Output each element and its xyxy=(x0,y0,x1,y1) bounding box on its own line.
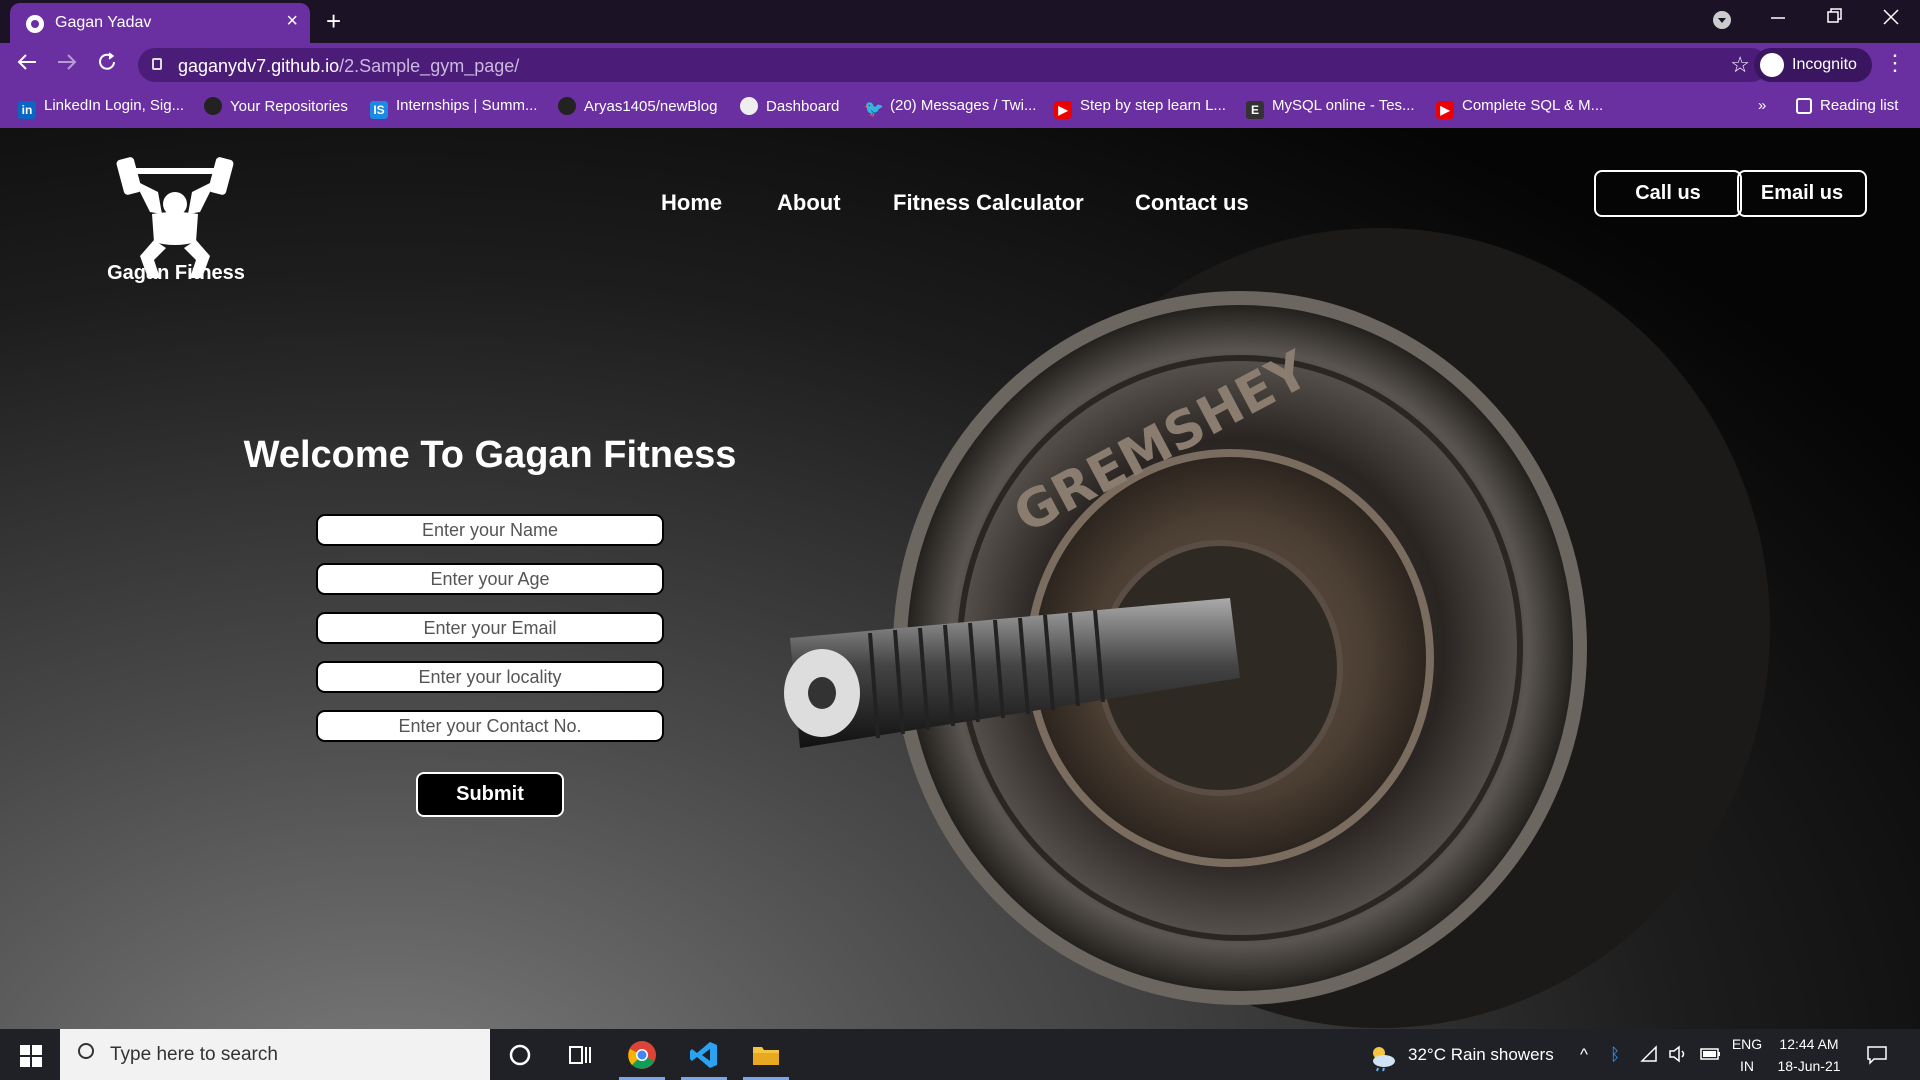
e-icon: E xyxy=(1246,101,1264,119)
youtube-icon: ▶ xyxy=(1436,101,1454,119)
url-host: gaganydv7.github.io xyxy=(178,56,340,76)
notifications-icon[interactable] xyxy=(1866,1045,1888,1070)
windows-start-icon[interactable] xyxy=(20,1045,42,1067)
browser-tab-bar: Gagan Yadav × + xyxy=(0,0,1920,43)
file-explorer-icon[interactable] xyxy=(750,1039,782,1071)
bookmark-label: Internships | Summ... xyxy=(396,97,538,114)
bookmark-youtube-1[interactable]: ▶ Step by step learn L... xyxy=(1054,97,1226,119)
bookmark-label: Your Repositories xyxy=(230,98,348,115)
bookmark-repositories[interactable]: Your Repositories xyxy=(204,97,348,115)
incognito-badge[interactable]: Incognito xyxy=(1754,48,1872,82)
reload-icon[interactable] xyxy=(96,51,118,79)
bookmark-mysql[interactable]: E MySQL online - Tes... xyxy=(1246,97,1415,119)
incognito-icon xyxy=(1760,53,1784,77)
url-text: gaganydv7.github.io/2.Sample_gym_page/ xyxy=(178,56,519,77)
close-window-icon[interactable] xyxy=(1882,6,1900,32)
contact-input[interactable] xyxy=(316,710,664,742)
close-tab-icon[interactable]: × xyxy=(286,11,298,31)
globe-icon xyxy=(740,97,758,115)
back-icon[interactable] xyxy=(16,51,38,79)
bookmark-youtube-2[interactable]: ▶ Complete SQL & M... xyxy=(1436,97,1603,119)
bookmark-label: Step by step learn L... xyxy=(1080,97,1226,114)
lock-icon xyxy=(152,58,162,70)
weather-text[interactable]: 32°C Rain showers xyxy=(1408,1045,1554,1065)
gym-page: GREMSHEY Gagan Fitness Home About Fitnes xyxy=(0,128,1920,1029)
tray-chevron-icon[interactable]: ^ xyxy=(1580,1045,1588,1065)
github-icon xyxy=(204,97,222,115)
incognito-label: Incognito xyxy=(1792,56,1857,73)
clock-time[interactable]: 12:44 AM xyxy=(1774,1036,1844,1052)
submit-button[interactable]: Submit xyxy=(416,772,564,817)
bookmark-label: Aryas1405/newBlog xyxy=(584,98,718,115)
restore-icon[interactable] xyxy=(1826,6,1844,32)
globe-icon xyxy=(26,15,44,33)
tab-title: Gagan Yadav xyxy=(55,14,152,31)
nav-contact-us[interactable]: Contact us xyxy=(1135,190,1249,216)
github-icon xyxy=(558,97,576,115)
volume-icon[interactable] xyxy=(1668,1045,1688,1068)
bookmark-label: Dashboard xyxy=(766,98,840,115)
email-input[interactable] xyxy=(316,612,664,644)
brand-name: Gagan Fitness xyxy=(107,262,245,284)
tab-search-icon[interactable] xyxy=(1712,10,1732,36)
browser-toolbar: gaganydv7.github.io/2.Sample_gym_page/ ☆… xyxy=(0,43,1920,87)
nav-fitness-calculator[interactable]: Fitness Calculator xyxy=(893,190,1084,216)
new-tab-icon[interactable]: + xyxy=(326,6,341,36)
bookmark-label: (20) Messages / Twi... xyxy=(890,97,1037,114)
windows-taskbar: Type here to search 32°C Rain showers ^ … xyxy=(0,1029,1920,1080)
bookmark-label: MySQL online - Tes... xyxy=(1272,97,1415,114)
bookmark-linkedin[interactable]: in LinkedIn Login, Sig... xyxy=(18,97,184,119)
bookmark-dashboard[interactable]: Dashboard xyxy=(740,97,839,115)
reading-list[interactable]: Reading list xyxy=(1796,97,1898,114)
forward-icon[interactable] xyxy=(56,51,78,79)
language-bottom[interactable]: IN xyxy=(1730,1058,1764,1074)
email-us-button[interactable]: Email us xyxy=(1737,170,1867,217)
chrome-icon[interactable] xyxy=(626,1039,658,1071)
youtube-icon: ▶ xyxy=(1054,101,1072,119)
reading-list-icon xyxy=(1796,98,1812,114)
twitter-icon: 🐦 xyxy=(864,101,884,118)
welcome-heading: Welcome To Gagan Fitness xyxy=(243,434,737,476)
vscode-icon[interactable] xyxy=(688,1039,720,1071)
bookmark-label: Complete SQL & M... xyxy=(1462,97,1604,114)
bookmarks-overflow-icon[interactable]: » xyxy=(1758,97,1766,114)
bookmark-newblog[interactable]: Aryas1405/newBlog xyxy=(558,97,717,115)
language-top[interactable]: ENG xyxy=(1730,1036,1764,1052)
dumbbell-image: GREMSHEY xyxy=(784,228,1770,1028)
search-icon xyxy=(78,1043,94,1059)
battery-icon[interactable] xyxy=(1700,1045,1722,1068)
weather-icon[interactable] xyxy=(1366,1041,1398,1073)
clock-date[interactable]: 18-Jun-21 xyxy=(1774,1058,1844,1074)
minimize-icon[interactable] xyxy=(1770,6,1786,32)
cortana-icon[interactable] xyxy=(504,1039,536,1071)
bookmark-label: LinkedIn Login, Sig... xyxy=(44,97,185,114)
bookmark-star-icon[interactable]: ☆ xyxy=(1730,52,1750,78)
browser-menu-icon[interactable]: ⋮ xyxy=(1884,50,1906,76)
internshala-icon: IS xyxy=(370,101,388,119)
search-placeholder: Type here to search xyxy=(110,1044,278,1065)
bookmark-twitter[interactable]: 🐦 (20) Messages / Twi... xyxy=(864,97,1036,119)
bookmarks-bar: in LinkedIn Login, Sig... Your Repositori… xyxy=(0,87,1920,128)
address-bar[interactable]: gaganydv7.github.io/2.Sample_gym_page/ ☆ xyxy=(138,48,1768,82)
locality-input[interactable] xyxy=(316,661,664,693)
linkedin-icon: in xyxy=(18,101,36,119)
wifi-icon[interactable] xyxy=(1640,1045,1658,1068)
task-view-icon[interactable] xyxy=(564,1039,596,1071)
bookmark-internships[interactable]: IS Internships | Summ... xyxy=(370,97,537,119)
nav-about[interactable]: About xyxy=(777,190,841,216)
name-input[interactable] xyxy=(316,514,664,546)
taskbar-search[interactable]: Type here to search xyxy=(60,1029,490,1080)
reading-list-label: Reading list xyxy=(1820,97,1899,114)
browser-tab[interactable]: Gagan Yadav × xyxy=(10,3,310,43)
nav-home[interactable]: Home xyxy=(661,190,722,216)
url-path: /2.Sample_gym_page/ xyxy=(339,56,520,76)
bluetooth-icon[interactable]: ᛒ xyxy=(1610,1045,1620,1065)
age-input[interactable] xyxy=(316,563,664,595)
call-us-button[interactable]: Call us xyxy=(1594,170,1742,217)
